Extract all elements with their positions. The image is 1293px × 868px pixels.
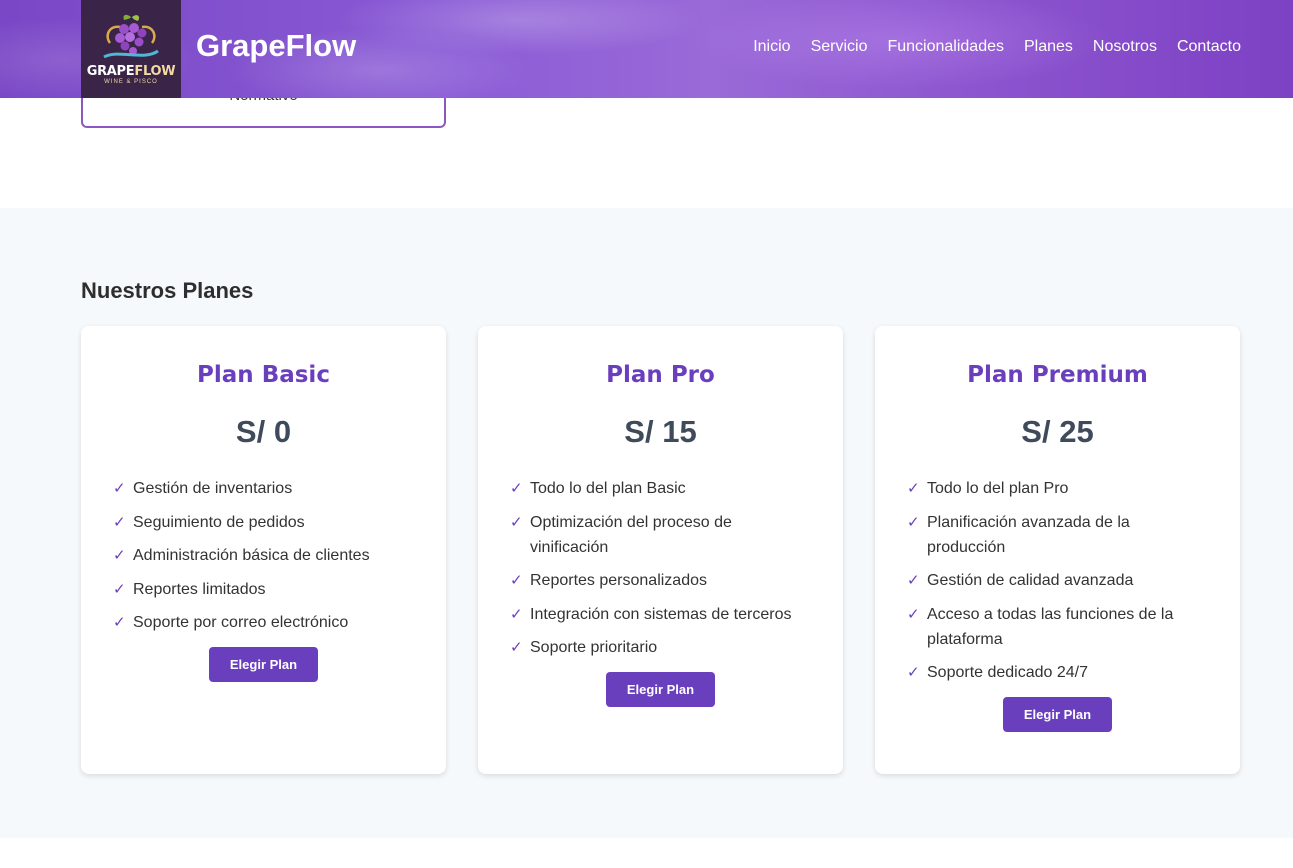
logo-word-grape: GRAPE [86, 64, 135, 79]
list-item: ✓ Soporte prioritario [510, 635, 803, 660]
check-icon: ✓ [510, 605, 523, 623]
feature-text: Soporte dedicado 24/7 [927, 664, 1089, 681]
feature-text: Reportes limitados [133, 580, 266, 598]
check-icon: ✓ [510, 513, 523, 531]
choose-plan-pro-button[interactable]: Elegir Plan [606, 672, 715, 707]
brand-name[interactable]: GrapeFlow [196, 28, 356, 64]
feature-text: Acceso a todas las funciones de la plata… [927, 605, 1174, 648]
check-icon: ✓ [907, 513, 920, 531]
list-item: ✓ Soporte dedicado 24/7 [907, 660, 1200, 685]
site-header: GRAPEFLOW WINE & PISCO GrapeFlow Inicio … [0, 0, 1293, 98]
list-item: ✓ Todo lo del plan Pro [907, 476, 1200, 501]
feature-list: ✓ Todo lo del plan Basic ✓ Optimización de… [478, 476, 843, 660]
list-item: ✓ Planificación avanzada de la producción [907, 510, 1200, 560]
feature-text: Todo lo del plan Pro [927, 480, 1069, 497]
logo-wordmark: GRAPEFLOW [87, 65, 176, 78]
check-icon: ✓ [510, 480, 523, 497]
check-icon: ✓ [113, 580, 126, 598]
list-item: ✓ Seguimiento de pedidos [113, 510, 406, 535]
list-item: ✓ Integración con sistemas de terceros [510, 602, 803, 627]
list-item: ✓ Gestión de calidad avanzada [907, 568, 1200, 593]
choose-plan-premium-button[interactable]: Elegir Plan [1003, 697, 1112, 732]
list-item: ✓ Gestión de inventarios [113, 476, 406, 501]
feature-text: Soporte prioritario [530, 639, 658, 656]
nav-nosotros[interactable]: Nosotros [1093, 38, 1157, 56]
feature-text: Administración básica de clientes [133, 547, 370, 564]
feature-text: Todo lo del plan Basic [530, 480, 686, 497]
section-title: Nuestros Planes [81, 278, 254, 303]
plan-price: S/ 0 [235, 414, 292, 449]
list-item: ✓ Acceso a todas las funciones de la plat… [907, 602, 1200, 652]
nav-contacto[interactable]: Contacto [1177, 38, 1241, 56]
feature-list: ✓ Todo lo del plan Pro ✓ Planificación ava… [875, 476, 1240, 685]
feature-text: Gestión de inventarios [133, 480, 293, 497]
grapes-icon [103, 14, 159, 59]
list-item: ✓ Administración básica de clientes [113, 543, 406, 568]
feature-text: Planificación avanzada de la producción [927, 513, 1130, 556]
check-icon: ✓ [510, 639, 523, 656]
nav-planes[interactable]: Planes [1024, 38, 1073, 56]
main-nav: Inicio Servicio Funcionalidades Planes N… [753, 38, 1241, 56]
check-icon: ✓ [113, 480, 126, 497]
list-item: ✓ Reportes personalizados [510, 568, 803, 593]
list-item: ✓ Optimización del proceso de vinificació… [510, 510, 803, 560]
plan-card-pro: Plan Pro S/ 15 ✓ Todo lo del plan Basic ✓… [478, 326, 843, 774]
plan-price: S/ 15 [624, 414, 697, 449]
feature-text: Soporte por correo electrónico [133, 614, 349, 631]
plan-title: Plan Pro [606, 362, 715, 388]
feature-text: Seguimiento de pedidos [133, 513, 305, 531]
feature-text: Gestión de calidad avanzada [927, 572, 1134, 589]
logo-word-flow: FLOW [134, 64, 176, 79]
plan-card-basic: Plan Basic S/ 0 ✓ Gestión de inventarios … [81, 326, 446, 774]
check-icon: ✓ [113, 614, 126, 631]
plan-title: Plan Premium [967, 362, 1148, 388]
logo[interactable]: GRAPEFLOW WINE & PISCO [81, 0, 181, 98]
choose-plan-basic-button[interactable]: Elegir Plan [209, 647, 318, 682]
nav-servicio[interactable]: Servicio [811, 38, 868, 56]
check-icon: ✓ [113, 547, 126, 564]
feature-text: Integración con sistemas de terceros [530, 605, 792, 623]
check-icon: ✓ [907, 605, 920, 623]
plan-price: S/ 25 [1021, 414, 1094, 449]
check-icon: ✓ [907, 480, 920, 497]
feature-list: ✓ Gestión de inventarios ✓ Seguimiento de … [81, 476, 446, 635]
plan-card-premium: Plan Premium S/ 25 ✓ Todo lo del plan Pro… [875, 326, 1240, 774]
list-item: ✓ Todo lo del plan Basic [510, 476, 803, 501]
plan-title: Plan Basic [197, 362, 330, 388]
plans-section: Nuestros Planes Plan Basic S/ 0 ✓ Gestión… [0, 208, 1293, 838]
check-icon: ✓ [113, 513, 126, 531]
check-icon: ✓ [907, 664, 920, 681]
list-item: ✓ Reportes limitados [113, 577, 406, 602]
list-item: ✓ Soporte por correo electrónico [113, 610, 406, 635]
check-icon: ✓ [510, 572, 523, 589]
logo-tagline: WINE & PISCO [104, 79, 158, 85]
feature-text: Optimización del proceso de vinificación [530, 513, 732, 556]
feature-text: Reportes personalizados [530, 572, 707, 589]
check-icon: ✓ [907, 572, 920, 589]
nav-funcionalidades[interactable]: Funcionalidades [887, 38, 1004, 56]
nav-inicio[interactable]: Inicio [753, 38, 790, 56]
